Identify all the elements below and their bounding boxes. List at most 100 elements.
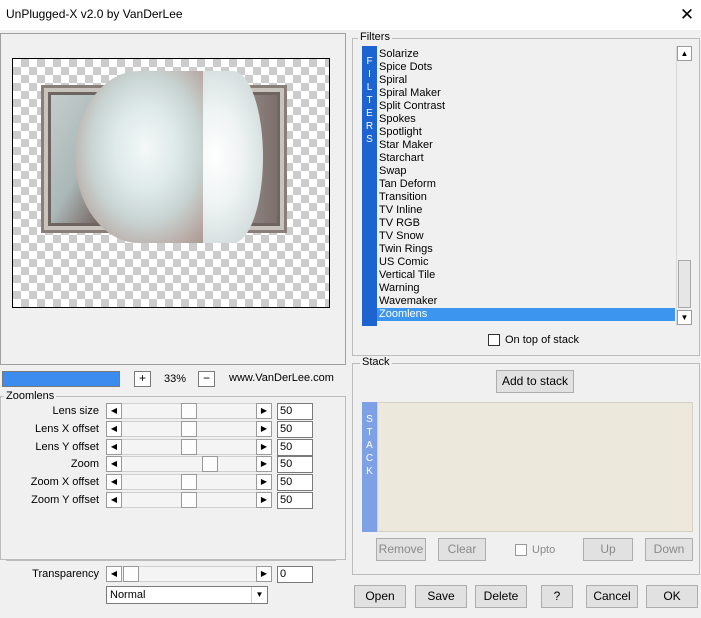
list-item-selected[interactable]: Zoomlens bbox=[379, 308, 427, 321]
list-item[interactable]: TV RGB bbox=[379, 217, 420, 230]
arrow-down-icon[interactable]: ▼ bbox=[677, 310, 692, 325]
on-top-checkbox[interactable] bbox=[488, 334, 500, 346]
arrow-right-icon[interactable]: ▶ bbox=[256, 439, 272, 455]
arrow-left-icon[interactable]: ◀ bbox=[106, 492, 122, 508]
zoom-x-offset-slider[interactable]: ◀ ▶ bbox=[106, 474, 272, 490]
stack-list[interactable] bbox=[377, 402, 693, 532]
list-item[interactable]: TV Inline bbox=[379, 204, 422, 217]
lens-x-offset-slider[interactable]: ◀ ▶ bbox=[106, 421, 272, 437]
list-item[interactable]: TV Snow bbox=[379, 230, 424, 243]
slider-thumb[interactable] bbox=[181, 492, 197, 508]
arrow-right-icon[interactable]: ▶ bbox=[256, 421, 272, 437]
filters-tab-letter: F bbox=[366, 56, 373, 67]
arrow-left-icon[interactable]: ◀ bbox=[106, 439, 122, 455]
list-item[interactable]: Split Contrast bbox=[379, 100, 445, 113]
zoom-x-offset-value[interactable]: 50 bbox=[277, 474, 313, 491]
list-item[interactable]: Wavemaker bbox=[379, 295, 437, 308]
stack-tab-letter: K bbox=[366, 466, 373, 477]
arrow-left-icon[interactable]: ◀ bbox=[106, 421, 122, 437]
lens-y-offset-value[interactable]: 50 bbox=[277, 439, 313, 456]
add-to-stack-button[interactable]: Add to stack bbox=[496, 370, 574, 393]
list-item[interactable]: Star Maker bbox=[379, 139, 433, 152]
list-item[interactable]: Swap bbox=[379, 165, 407, 178]
list-item[interactable]: US Comic bbox=[379, 256, 429, 269]
lens-y-offset-slider[interactable]: ◀ ▶ bbox=[106, 439, 272, 455]
transparency-slider[interactable]: ◀ ▶ bbox=[106, 566, 272, 582]
arrow-right-icon[interactable]: ▶ bbox=[256, 566, 272, 582]
zoom-out-button[interactable]: − bbox=[198, 371, 215, 387]
list-item[interactable]: Spokes bbox=[379, 113, 416, 126]
blend-mode-select[interactable]: Normal ▼ bbox=[106, 586, 268, 604]
help-button[interactable]: ? bbox=[541, 585, 573, 608]
list-item[interactable]: Spice Dots bbox=[379, 61, 432, 74]
zoom-y-offset-label: Zoom Y offset bbox=[31, 494, 99, 506]
list-item[interactable]: Spotlight bbox=[379, 126, 422, 139]
zoom-value[interactable]: 50 bbox=[277, 456, 313, 473]
arrow-left-icon[interactable]: ◀ bbox=[106, 456, 122, 472]
filters-list[interactable]: Solarize Spice Dots Spiral Spiral Maker … bbox=[377, 46, 677, 326]
filters-tab-letter: S bbox=[366, 134, 373, 145]
close-icon[interactable]: ✕ bbox=[676, 3, 698, 27]
list-item[interactable]: Tan Deform bbox=[379, 178, 436, 191]
scroll-thumb[interactable] bbox=[678, 260, 691, 308]
upto-checkbox[interactable] bbox=[515, 544, 527, 556]
zoom-x-offset-label: Zoom X offset bbox=[30, 476, 99, 488]
list-item[interactable]: Twin Rings bbox=[379, 243, 433, 256]
arrow-left-icon[interactable]: ◀ bbox=[106, 403, 122, 419]
website-link[interactable]: www.VanDerLee.com bbox=[229, 372, 334, 384]
list-item[interactable]: Solarize bbox=[379, 48, 419, 61]
open-button[interactable]: Open bbox=[354, 585, 406, 608]
lens-size-value[interactable]: 50 bbox=[277, 403, 313, 420]
preview-lens bbox=[75, 71, 203, 243]
arrow-right-icon[interactable]: ▶ bbox=[256, 456, 272, 472]
remove-button[interactable]: Remove bbox=[376, 538, 426, 561]
clear-button[interactable]: Clear bbox=[438, 538, 486, 561]
arrow-left-icon[interactable]: ◀ bbox=[106, 474, 122, 490]
slider-thumb[interactable] bbox=[181, 474, 197, 490]
lens-y-offset-label: Lens Y offset bbox=[35, 441, 99, 453]
arrow-right-icon[interactable]: ▶ bbox=[256, 492, 272, 508]
list-item[interactable]: Warning bbox=[379, 282, 420, 295]
arrow-right-icon[interactable]: ▶ bbox=[256, 474, 272, 490]
slider-thumb[interactable] bbox=[123, 566, 139, 582]
arrow-up-icon[interactable]: ▲ bbox=[677, 46, 692, 61]
slider-thumb[interactable] bbox=[181, 439, 197, 455]
arrow-left-icon[interactable]: ◀ bbox=[106, 566, 122, 582]
stack-tab-letter: C bbox=[365, 453, 374, 464]
filters-tab-letter: E bbox=[366, 108, 373, 119]
zoom-y-offset-slider[interactable]: ◀ ▶ bbox=[106, 492, 272, 508]
save-button[interactable]: Save bbox=[415, 585, 467, 608]
slider-thumb[interactable] bbox=[201, 456, 218, 472]
arrow-right-icon[interactable]: ▶ bbox=[256, 403, 272, 419]
zoom-in-button[interactable]: + bbox=[134, 371, 151, 387]
delete-button[interactable]: Delete bbox=[475, 585, 527, 608]
list-item[interactable]: Spiral bbox=[379, 74, 407, 87]
progress-bar bbox=[2, 371, 120, 387]
chevron-down-icon[interactable]: ▼ bbox=[251, 587, 267, 603]
zoomlens-group-label: Zoomlens bbox=[4, 390, 57, 402]
filters-scrollbar[interactable]: ▲ ▼ bbox=[676, 46, 692, 326]
list-item[interactable]: Spiral Maker bbox=[379, 87, 441, 100]
lens-x-offset-label: Lens X offset bbox=[34, 423, 99, 435]
lens-x-offset-value[interactable]: 50 bbox=[277, 421, 313, 438]
list-item[interactable]: Starchart bbox=[379, 152, 424, 165]
list-item[interactable]: Vertical Tile bbox=[379, 269, 435, 282]
lens-size-slider[interactable]: ◀ ▶ bbox=[106, 403, 272, 419]
slider-thumb[interactable] bbox=[181, 421, 197, 437]
preview-image[interactable] bbox=[12, 58, 330, 308]
ok-button[interactable]: OK bbox=[646, 585, 698, 608]
lens-size-label: Lens size bbox=[52, 405, 99, 417]
slider-thumb[interactable] bbox=[181, 403, 197, 419]
cancel-button[interactable]: Cancel bbox=[586, 585, 638, 608]
zoom-slider[interactable]: ◀ ▶ bbox=[106, 456, 272, 472]
down-button[interactable]: Down bbox=[645, 538, 693, 561]
filters-tab-letter: L bbox=[366, 82, 373, 93]
up-button[interactable]: Up bbox=[583, 538, 633, 561]
divider bbox=[6, 560, 336, 561]
stack-tab-letter: S bbox=[366, 414, 373, 425]
list-item[interactable]: Transition bbox=[379, 191, 427, 204]
zoom-y-offset-value[interactable]: 50 bbox=[277, 492, 313, 509]
stack-tab-letter: T bbox=[366, 427, 373, 438]
transparency-value[interactable]: 0 bbox=[277, 566, 313, 583]
filters-tab-letter: R bbox=[365, 121, 374, 132]
